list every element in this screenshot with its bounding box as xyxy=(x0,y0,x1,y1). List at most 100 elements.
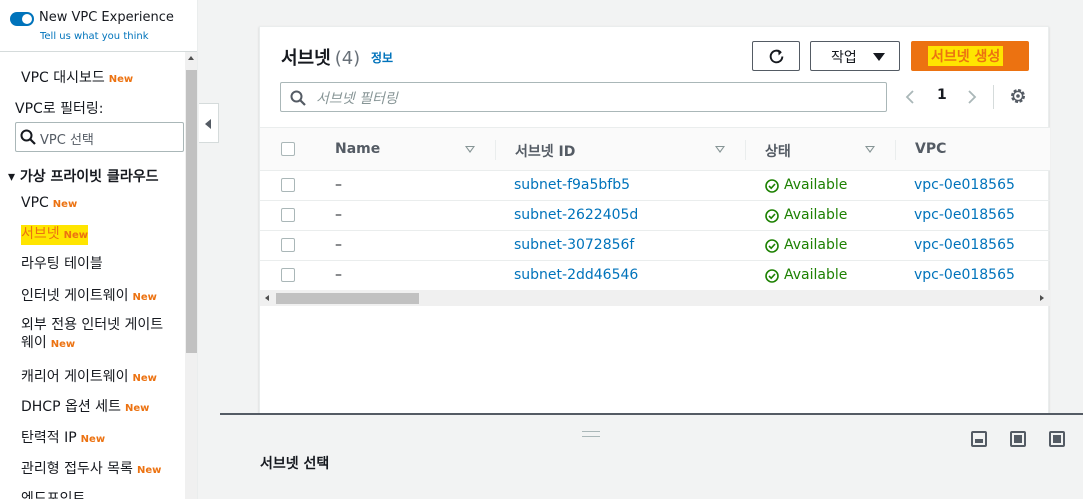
column-header-vpc[interactable]: VPC xyxy=(915,141,946,157)
sidebar-item-vpc[interactable]: VPC New xyxy=(21,194,77,214)
subnet-count: (4) xyxy=(334,48,361,69)
chevron-right-icon[interactable] xyxy=(967,89,977,105)
split-panel-title: 서브넷 선택 xyxy=(260,456,330,472)
cell-subnet-id[interactable]: subnet-3072856f xyxy=(514,237,634,253)
caret-down-icon: ▾ xyxy=(8,169,16,185)
sidebar: New VPC Experience Tell us what you thin… xyxy=(0,0,198,499)
sidebar-item-internet-gateways[interactable]: 인터넷 게이트웨이 New xyxy=(21,287,157,307)
vpc-experience-banner: New VPC Experience Tell us what you thin… xyxy=(0,0,197,52)
sidebar-item-subnets[interactable]: 서브넷 New xyxy=(21,225,89,245)
column-header-subnet-id[interactable]: 서브넷 ID xyxy=(515,141,575,161)
sidebar-item-vpc-dashboard[interactable]: VPC 대시보드 New xyxy=(21,69,133,89)
section-virtual-private-cloud[interactable]: ▾ 가상 프라이빗 클라우드 xyxy=(8,166,158,186)
cell-subnet-id[interactable]: subnet-2622405d xyxy=(514,207,638,223)
create-subnet-label: 서브넷 생성 xyxy=(928,46,1004,66)
row-checkbox[interactable] xyxy=(281,178,295,192)
sidebar-item-label: VPC 대시보드 xyxy=(21,70,105,86)
vpc-experience-title: New VPC Experience xyxy=(39,10,174,25)
cell-vpc[interactable]: vpc-0e018565 xyxy=(914,237,1015,253)
row-checkbox[interactable] xyxy=(281,208,295,222)
table-horizontal-scrollbar[interactable] xyxy=(260,290,1050,306)
check-circle-icon xyxy=(765,179,779,193)
chevron-left-icon[interactable] xyxy=(905,89,915,105)
cell-name: – xyxy=(335,237,342,253)
sidebar-item-label: VPC xyxy=(21,195,49,211)
sidebar-item-label: 관리형 접두사 목록 xyxy=(21,461,133,477)
table-scrollbar-thumb[interactable] xyxy=(276,293,419,304)
new-badge: New xyxy=(132,373,157,384)
column-divider[interactable] xyxy=(495,140,496,160)
pager-divider xyxy=(993,85,994,109)
cell-subnet-id[interactable]: subnet-f9a5bfb5 xyxy=(514,177,630,193)
row-checkbox[interactable] xyxy=(281,238,295,252)
scroll-right-icon[interactable] xyxy=(1040,295,1044,301)
search-icon xyxy=(20,129,36,145)
sort-icon[interactable] xyxy=(465,146,475,153)
check-circle-icon xyxy=(765,209,779,223)
sort-icon[interactable] xyxy=(715,146,725,153)
refresh-icon xyxy=(769,49,784,64)
subnet-filter-input[interactable]: 서브넷 필터링 xyxy=(280,82,887,112)
side-panel-icon[interactable] xyxy=(1010,431,1026,447)
page-number[interactable]: 1 xyxy=(937,87,947,103)
table-row[interactable]: – subnet-2dd46546 Available vpc-0e018565 xyxy=(260,261,1050,291)
subnets-panel: 서브넷 (4) 정보 작업 서브넷 생성 서브넷 필터링 1 Name 서브넷 I… xyxy=(259,26,1050,414)
caret-down-icon xyxy=(873,53,885,61)
sidebar-scrollbar[interactable] xyxy=(185,52,197,499)
sidebar-item-carrier-gateways[interactable]: 캐리어 게이트웨이 New xyxy=(21,368,157,388)
vpc-filter-select[interactable]: VPC 선택 xyxy=(15,122,184,152)
sidebar-item-label-cont: 웨이 xyxy=(21,335,47,351)
feedback-link[interactable]: Tell us what you think xyxy=(40,31,149,42)
sidebar-item-label: 외부 전용 인터넷 게이트 xyxy=(21,317,164,333)
new-badge: New xyxy=(108,74,134,85)
cell-status: Available xyxy=(784,207,848,223)
column-header-status[interactable]: 상태 xyxy=(765,141,791,161)
collapse-sidebar-button[interactable] xyxy=(199,103,219,143)
actions-button[interactable]: 작업 xyxy=(810,41,900,71)
select-all-checkbox[interactable] xyxy=(281,142,295,156)
scroll-up-icon[interactable] xyxy=(188,56,194,60)
cell-vpc[interactable]: vpc-0e018565 xyxy=(914,267,1015,283)
create-subnet-button[interactable]: 서브넷 생성 xyxy=(911,41,1029,71)
cell-vpc[interactable]: vpc-0e018565 xyxy=(914,207,1015,223)
new-vpc-experience-toggle[interactable] xyxy=(10,12,34,26)
table-row[interactable]: – subnet-2622405d Available vpc-0e018565 xyxy=(260,201,1050,231)
table-row[interactable]: – subnet-f9a5bfb5 Available vpc-0e018565 xyxy=(260,171,1050,201)
column-header-name[interactable]: Name xyxy=(335,141,380,157)
sidebar-item-route-tables[interactable]: 라우팅 테이블 xyxy=(21,255,103,273)
section-label: 가상 프라이빗 클라우드 xyxy=(19,169,159,185)
fullscreen-panel-icon[interactable] xyxy=(1049,431,1065,447)
column-divider[interactable] xyxy=(745,140,746,160)
new-badge: New xyxy=(50,339,76,350)
cell-name: – xyxy=(335,207,342,223)
sidebar-item-dhcp-options[interactable]: DHCP 옵션 세트 New xyxy=(21,398,149,418)
new-badge: New xyxy=(80,434,106,445)
resize-handle[interactable] xyxy=(582,431,600,437)
new-badge: New xyxy=(124,403,150,414)
cell-status: Available xyxy=(784,177,848,193)
sidebar-item-managed-prefix-lists[interactable]: 관리형 접두사 목록 New xyxy=(21,460,161,480)
info-link[interactable]: 정보 xyxy=(371,49,393,66)
cell-name: – xyxy=(335,267,342,283)
new-badge: New xyxy=(52,199,78,210)
sidebar-nav: VPC 대시보드 New VPC로 필터링: VPC 선택 ▾ 가상 프라이빗 클… xyxy=(0,52,185,499)
column-divider[interactable] xyxy=(895,140,896,160)
bottom-panel-icon[interactable] xyxy=(971,431,987,447)
new-badge: New xyxy=(136,465,162,476)
refresh-button[interactable] xyxy=(752,41,800,71)
sidebar-item-endpoints[interactable]: 엔드포인트 xyxy=(21,490,85,499)
cell-vpc[interactable]: vpc-0e018565 xyxy=(914,177,1015,193)
scroll-left-icon[interactable] xyxy=(265,295,269,301)
row-checkbox[interactable] xyxy=(281,268,295,282)
gear-icon[interactable] xyxy=(1009,87,1027,105)
cell-subnet-id[interactable]: subnet-2dd46546 xyxy=(514,267,638,283)
sort-icon[interactable] xyxy=(865,146,875,153)
new-badge: New xyxy=(63,230,89,241)
sidebar-item-label: 라우팅 테이블 xyxy=(21,256,103,272)
sidebar-item-label: 탄력적 IP xyxy=(21,430,77,446)
table-row[interactable]: – subnet-3072856f Available vpc-0e018565 xyxy=(260,231,1050,261)
sidebar-scrollbar-thumb[interactable] xyxy=(186,70,197,353)
page-title-text: 서브넷 xyxy=(281,48,331,69)
sidebar-item-egress-only-gateways[interactable]: 외부 전용 인터넷 게이트 웨이 New xyxy=(21,316,163,354)
sidebar-item-elastic-ip[interactable]: 탄력적 IP New xyxy=(21,429,105,449)
